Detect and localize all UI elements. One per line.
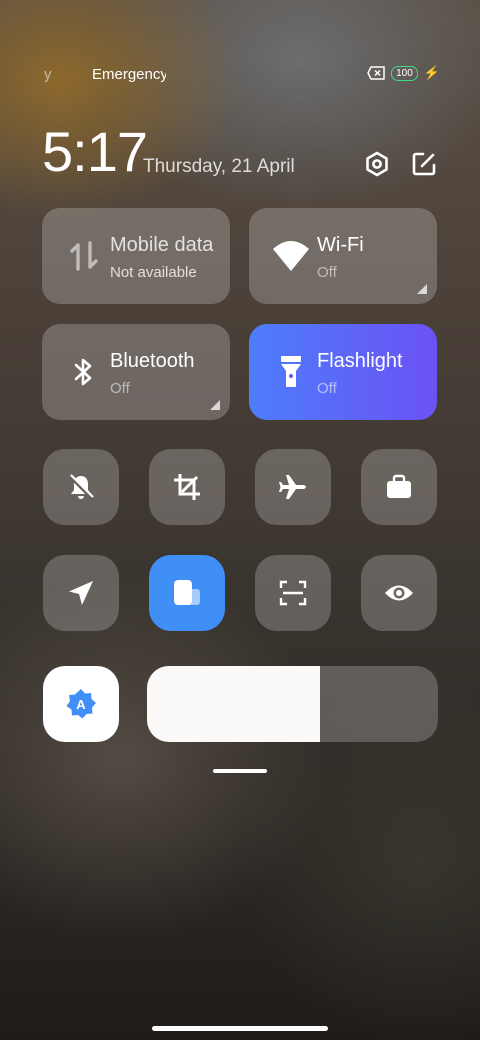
brightness-slider[interactable]	[147, 666, 438, 742]
flashlight-title: Flashlight	[317, 350, 403, 372]
clock[interactable]: 5:17	[42, 122, 148, 182]
floating-window-icon	[174, 580, 200, 605]
crop-tile[interactable]	[149, 449, 225, 525]
no-sim-icon	[367, 66, 385, 80]
flashlight-tile[interactable]: Flashlight Off	[249, 324, 437, 420]
flashlight-icon	[271, 352, 311, 392]
airplane-tile[interactable]	[255, 449, 331, 525]
work-tile[interactable]	[361, 449, 437, 525]
bluetooth-expand-corner[interactable]	[210, 400, 220, 410]
location-icon	[69, 581, 93, 605]
wifi-title: Wi-Fi	[317, 234, 364, 256]
crop-icon	[174, 474, 200, 500]
status-bar: y Emergency calls only 100 ⚡	[0, 65, 480, 88]
settings-icon[interactable]	[363, 150, 391, 178]
emergency-calls-text: Emergency calls only	[92, 66, 166, 83]
panel-drag-handle[interactable]	[213, 769, 267, 773]
airplane-icon	[279, 475, 306, 499]
mobile-data-subtitle: Not available	[110, 264, 197, 281]
auto-brightness-icon: A	[66, 689, 96, 719]
wifi-expand-corner[interactable]	[417, 284, 427, 294]
reading-mode-icon	[385, 585, 413, 601]
mobile-data-tile[interactable]: Mobile data Not available	[42, 208, 230, 304]
mobile-data-title: Mobile data	[110, 234, 214, 256]
bluetooth-title: Bluetooth	[110, 350, 195, 372]
auto-brightness-button[interactable]: A	[43, 666, 119, 742]
edit-icon[interactable]	[410, 150, 438, 178]
scan-tile[interactable]	[255, 555, 331, 631]
wifi-tile[interactable]: Wi-Fi Off	[249, 208, 437, 304]
auto-brightness-letter: A	[76, 697, 86, 712]
date[interactable]: Thursday, 21 April	[143, 156, 295, 178]
battery-icon: 100	[391, 65, 418, 81]
mute-tile[interactable]	[43, 449, 119, 525]
work-icon	[387, 474, 411, 498]
wifi-subtitle: Off	[317, 264, 337, 281]
mute-icon	[68, 474, 94, 500]
bluetooth-subtitle: Off	[110, 380, 130, 397]
brightness-fill	[147, 666, 321, 742]
location-tile[interactable]	[43, 555, 119, 631]
mobile-data-icon	[64, 236, 104, 276]
scan-icon	[279, 580, 307, 606]
bluetooth-icon	[64, 352, 104, 392]
reading-mode-tile[interactable]	[361, 555, 437, 631]
carrier-text: y	[44, 66, 52, 83]
flashlight-subtitle: Off	[317, 380, 337, 397]
wifi-icon	[271, 236, 311, 276]
floating-window-tile[interactable]	[149, 555, 225, 631]
gesture-navigation-bar[interactable]	[152, 1026, 328, 1031]
bluetooth-tile[interactable]: Bluetooth Off	[42, 324, 230, 420]
charging-icon: ⚡	[423, 65, 440, 80]
